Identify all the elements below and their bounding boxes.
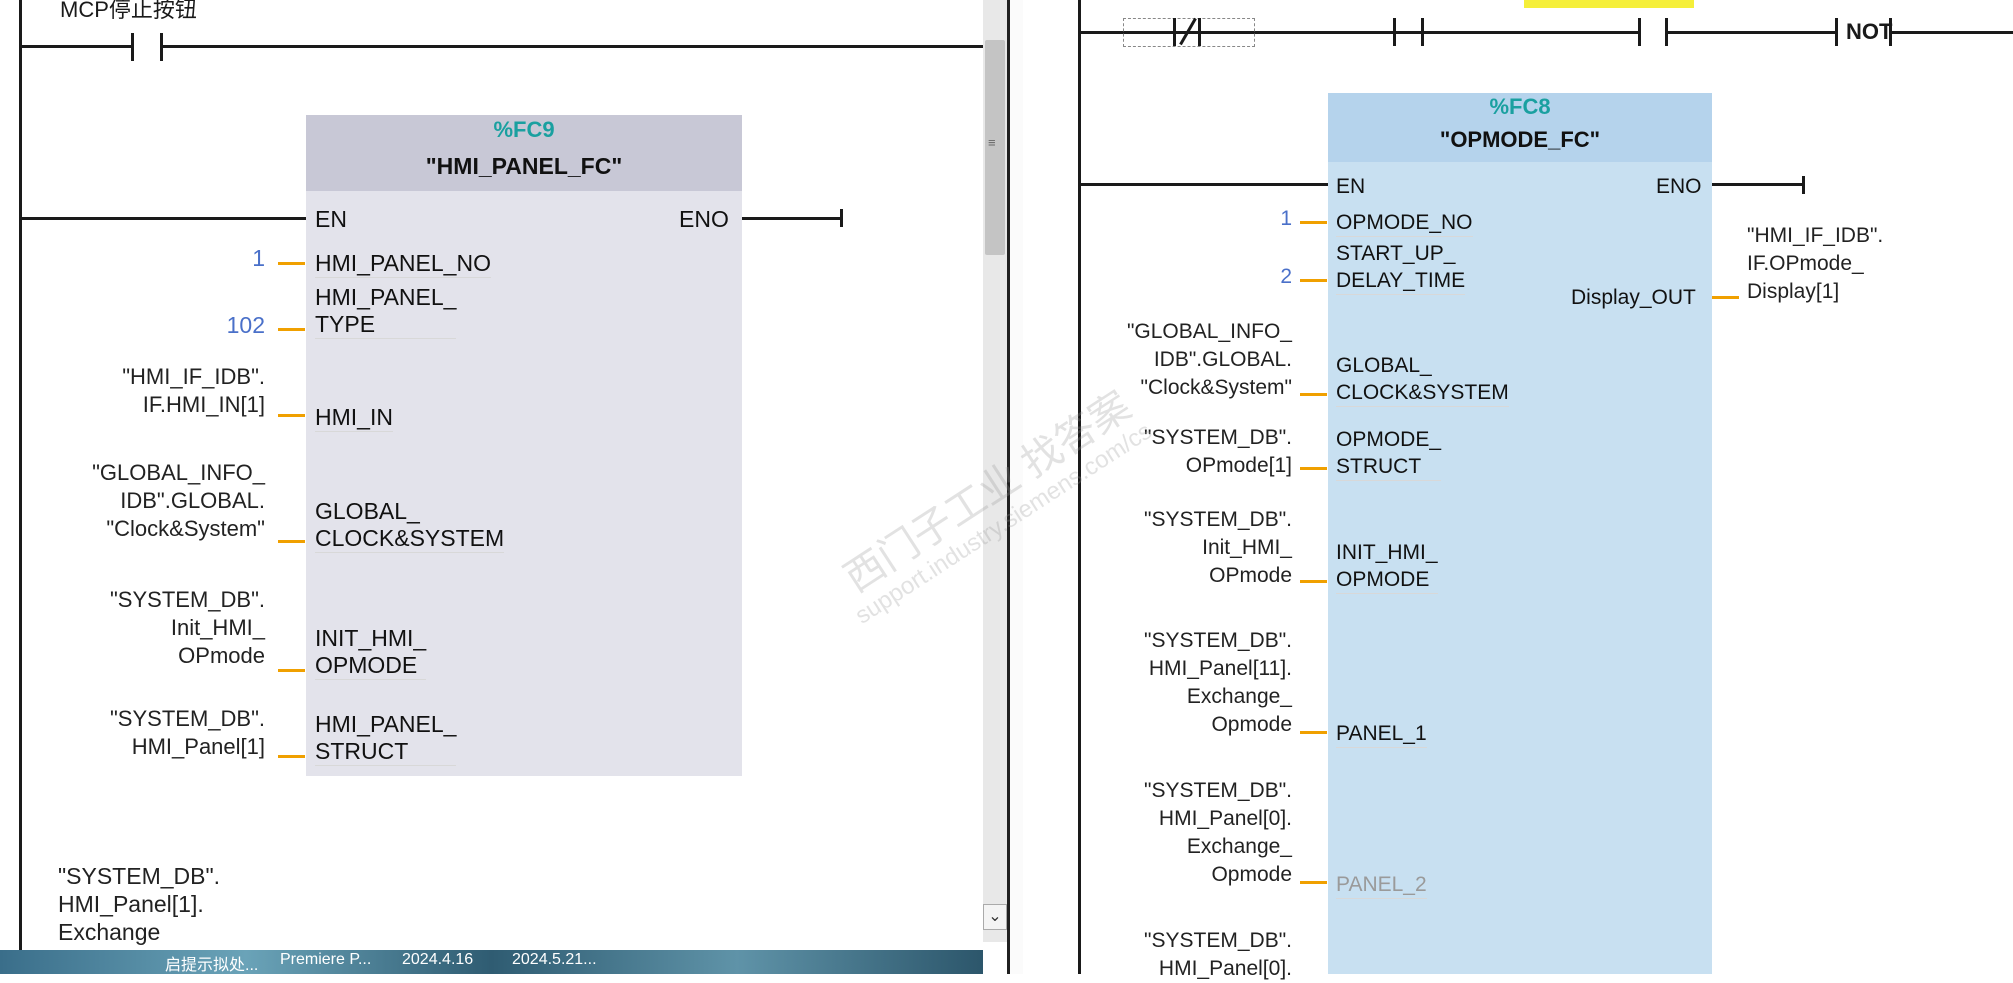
pin-opmode-no: OPMODE_NO xyxy=(1336,209,1473,237)
param-wire xyxy=(278,328,305,331)
rung-wire xyxy=(19,45,131,48)
contact-bar xyxy=(1638,18,1641,46)
pin-init-hmi-opmode: INIT_HMI_ OPMODE xyxy=(1336,539,1438,594)
pin-eno: ENO xyxy=(679,206,729,232)
operand[interactable]: "SYSTEM_DB". Init_HMI_ OPmode xyxy=(40,586,265,670)
taskbar-item[interactable]: Premiere P... xyxy=(280,951,371,969)
pin-eno: ENO xyxy=(1656,175,1702,198)
operand[interactable]: "SYSTEM_DB". HMI_Panel[11]. Exchange_ Op… xyxy=(1080,627,1292,739)
param-wire xyxy=(1300,221,1327,224)
block-number: %FC9 xyxy=(493,117,555,142)
pin-global-clock: GLOBAL_ CLOCK&SYSTEM xyxy=(1336,352,1509,407)
operand[interactable]: "GLOBAL_INFO_ IDB".GLOBAL. "Clock&System… xyxy=(20,459,265,543)
tag-highlight xyxy=(1524,0,1694,8)
param-wire xyxy=(278,540,305,543)
grip-icon: ≡ xyxy=(988,135,996,150)
param-value[interactable]: 102 xyxy=(180,312,265,339)
param-wire xyxy=(278,262,305,265)
block-name: "HMI_PANEL_FC" xyxy=(425,153,623,179)
rung-wire xyxy=(1889,31,2013,34)
param-value[interactable]: 2 xyxy=(1240,265,1292,289)
param-value[interactable]: 1 xyxy=(180,245,265,272)
operand[interactable]: "SYSTEM_DB". HMI_Panel[1]. Exchange xyxy=(58,862,220,946)
pin-panel-2: PANEL_2 xyxy=(1336,871,1427,899)
operand[interactable]: "SYSTEM_DB". HMI_Panel[0]. xyxy=(1080,927,1292,983)
contact-bar xyxy=(1198,18,1201,46)
pin-start-up-delay: START_UP_ DELAY_TIME xyxy=(1336,240,1466,295)
param-wire xyxy=(1300,467,1327,470)
taskbar: 启提示拟处... Premiere P... 2024.4.16 2024.5.… xyxy=(0,950,983,974)
pin-global-clock: GLOBAL_ CLOCK&SYSTEM xyxy=(315,498,505,553)
param-wire xyxy=(1300,731,1327,734)
operand[interactable]: "HMI_IF_IDB". IF.HMI_IN[1] xyxy=(40,363,265,419)
contact-bar xyxy=(1393,18,1396,46)
eno-wire xyxy=(742,217,842,220)
pin-init-hmi-opmode: INIT_HMI_ OPMODE xyxy=(315,625,427,680)
pin-en: EN xyxy=(315,206,347,232)
rung-wire xyxy=(1421,31,1641,34)
operand[interactable]: "SYSTEM_DB". Init_HMI_ OPmode xyxy=(1080,506,1292,590)
pin-panel-1: PANEL_1 xyxy=(1336,720,1427,748)
not-bar xyxy=(1835,18,1838,46)
param-wire xyxy=(1300,580,1327,583)
operand[interactable]: "SYSTEM_DB". HMI_Panel[0]. Exchange_ Opm… xyxy=(1080,777,1292,889)
param-wire xyxy=(278,669,305,672)
eno-end xyxy=(840,209,843,227)
taskbar-item[interactable]: 2024.4.16 xyxy=(402,951,473,969)
contact-bar xyxy=(1173,18,1176,46)
contact-label: MCP停止按钮 xyxy=(60,0,197,22)
param-wire xyxy=(1712,296,1739,299)
pin-hmi-panel-type: HMI_PANEL_ TYPE xyxy=(315,284,457,339)
eno-wire xyxy=(1712,183,1804,186)
taskbar-item[interactable]: 2024.5.21... xyxy=(512,951,597,969)
param-wire xyxy=(1300,881,1327,884)
en-wire xyxy=(1078,183,1350,186)
pin-hmi-in: HMI_IN xyxy=(315,404,393,432)
en-wire xyxy=(19,217,306,220)
pin-display-out: Display_OUT xyxy=(1571,286,1696,309)
pin-opmode-struct: OPMODE_ STRUCT xyxy=(1336,426,1442,481)
contact-left-bar xyxy=(131,33,134,61)
rung-wire xyxy=(1665,31,1835,34)
left-editor-pane: MCP停止按钮 %FC9 "HMI_PANEL_FC" EN ENO HMI_P… xyxy=(0,0,983,974)
param-wire xyxy=(1300,279,1327,282)
param-wire xyxy=(1300,393,1327,396)
operand[interactable]: "SYSTEM_DB". HMI_Panel[1] xyxy=(40,705,265,761)
pin-hmi-panel-struct: HMI_PANEL_ STRUCT xyxy=(315,711,457,766)
param-wire xyxy=(278,414,305,417)
eno-end xyxy=(1802,176,1805,194)
block-number: %FC8 xyxy=(1489,94,1551,119)
pin-en: EN xyxy=(1336,175,1366,198)
param-value[interactable]: 1 xyxy=(1240,207,1292,231)
chevron-down-icon[interactable]: ⌄ xyxy=(983,904,1007,930)
not-label: NOT xyxy=(1846,19,1893,44)
taskbar-item[interactable]: 启提示拟处... xyxy=(165,951,258,974)
rung-wire xyxy=(163,45,983,48)
operand[interactable]: "HMI_IF_IDB". IF.OPmode_ Display[1] xyxy=(1747,222,1883,306)
block-name: "OPMODE_FC" xyxy=(1439,127,1601,152)
param-wire xyxy=(278,755,305,758)
pin-hmi-panel-no: HMI_PANEL_NO xyxy=(315,250,491,278)
